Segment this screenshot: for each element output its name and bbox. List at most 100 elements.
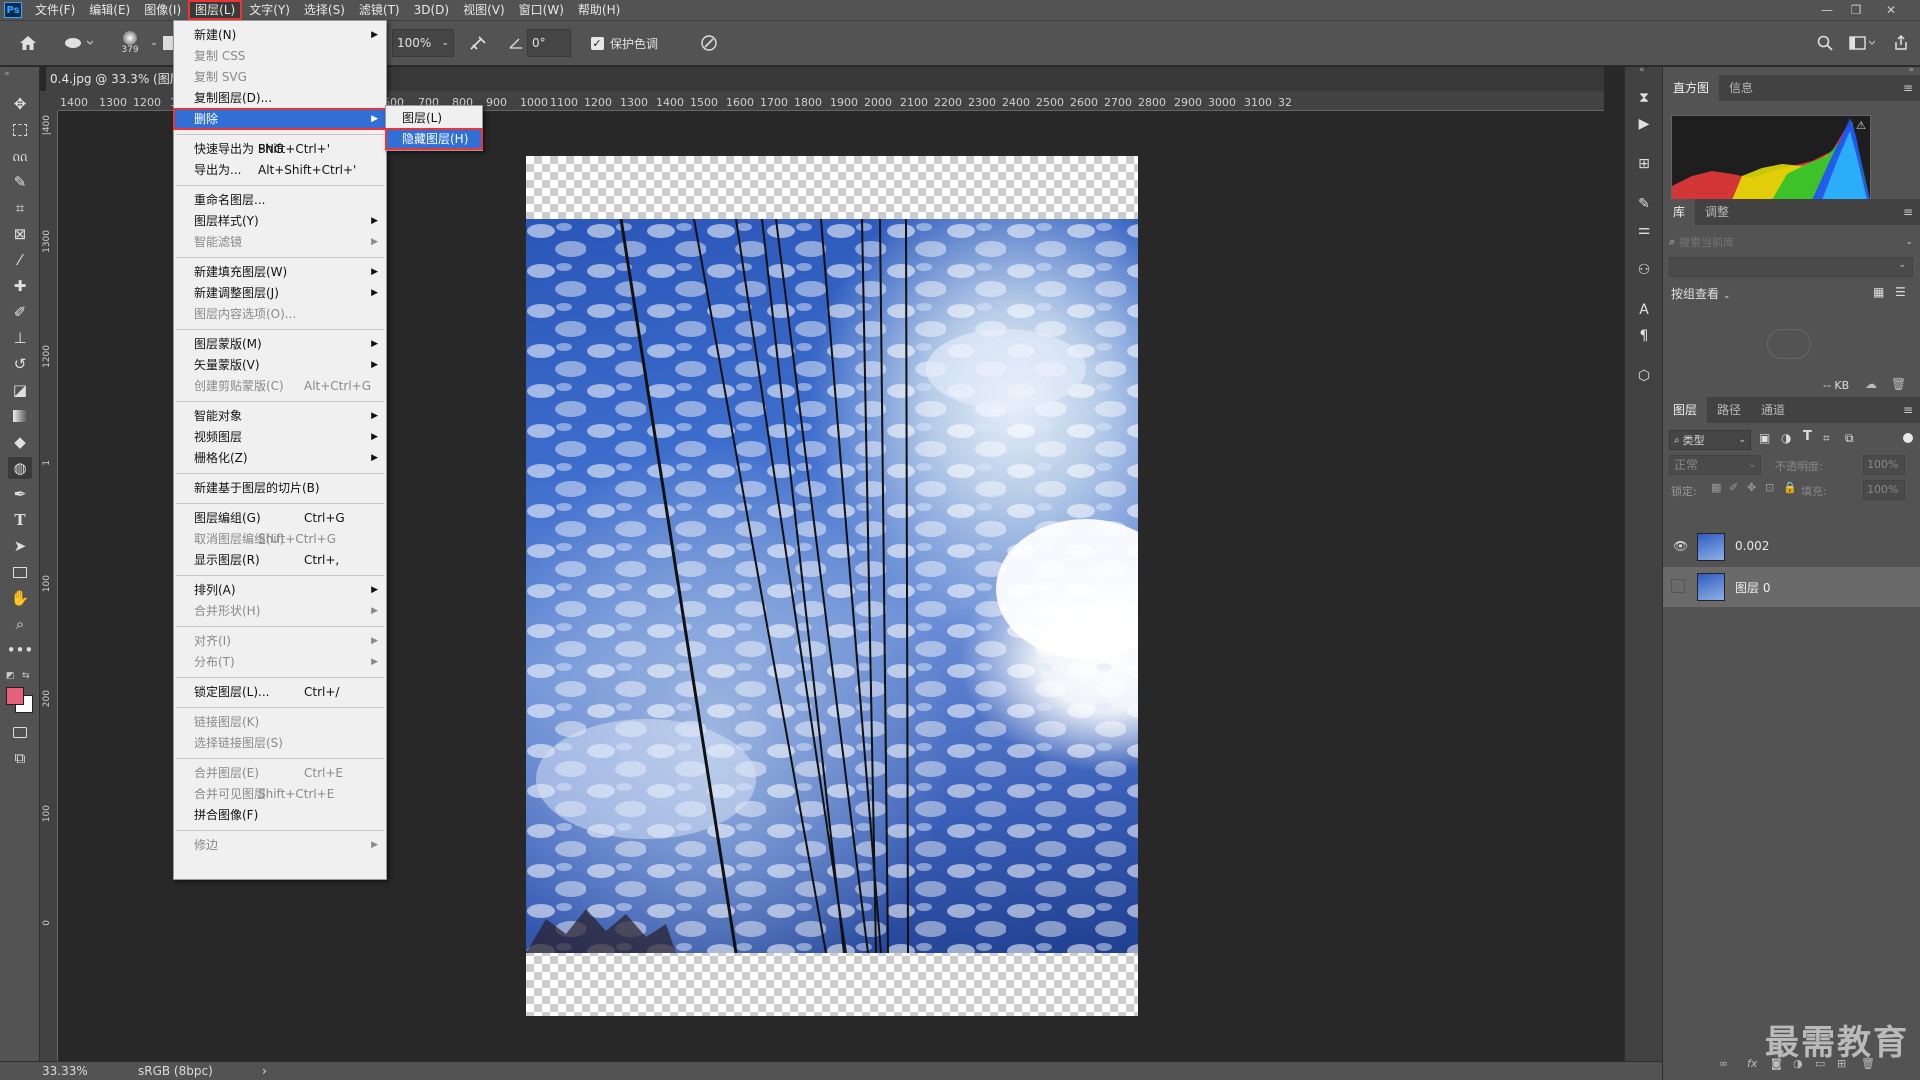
menu-type[interactable]: 文字(Y) [242, 0, 297, 20]
lock-pixels-icon[interactable]: ✐ [1729, 481, 1738, 494]
menu-image[interactable]: 图像(I) [137, 0, 188, 20]
zoom-field[interactable]: 100% ⌄ [392, 29, 454, 57]
layer-menu-item[interactable]: 复制图层(D)... [174, 88, 386, 108]
layer-name[interactable]: 图层 0 [1735, 579, 1770, 596]
pressure-size-icon[interactable] [696, 29, 722, 57]
workspace-switcher-icon[interactable] [1846, 29, 1878, 57]
lock-transparent-icon[interactable]: ▦ [1711, 481, 1721, 494]
layer-filter-kind[interactable]: ⌕ 类型 ⌄ [1669, 430, 1751, 450]
layer-menu-item[interactable]: 栅格化(Z) ▶ [174, 448, 386, 468]
filter-smart-object-icon[interactable]: ⧉ [1845, 431, 1854, 446]
layer-menu-item[interactable]: 删除 ▶ [173, 108, 387, 130]
home-icon[interactable] [14, 29, 42, 57]
menu-edit[interactable]: 编辑(E) [82, 0, 137, 20]
menu-file[interactable]: 文件(F) [28, 0, 82, 20]
tab-info[interactable]: 信息 [1719, 75, 1763, 101]
library-search-input[interactable] [1679, 235, 1880, 249]
healing-brush-tool-icon[interactable]: ✚ [8, 275, 32, 297]
menu-3d[interactable]: 3D(D) [407, 0, 456, 20]
layer-menu-item[interactable]: 新建(N) ▶ [174, 25, 386, 45]
visibility-toggle[interactable] [1671, 579, 1685, 593]
fill-field[interactable]: 100% [1863, 480, 1905, 500]
pen-tool-icon[interactable]: ✒ [8, 483, 32, 505]
layer-menu-item[interactable]: 快速导出为 PNG Shift+Ctrl+' [174, 139, 386, 159]
brush-tool-icon[interactable]: ✐ [8, 301, 32, 323]
more-tools-icon[interactable]: ••• [7, 639, 34, 661]
tab-channels[interactable]: 通道 [1751, 397, 1795, 423]
warning-icon[interactable]: ⚠ [1856, 119, 1866, 132]
history-panel-icon[interactable]: ⧗ [1633, 87, 1655, 109]
filter-toggle-icon[interactable] [1903, 433, 1913, 443]
layer-menu-item[interactable]: 新建基于图层的切片(B) [174, 478, 386, 498]
screen-mode-icon[interactable]: ⧉ [8, 747, 32, 769]
layer-menu-item[interactable]: 图层蒙版(M) ▶ [174, 334, 386, 354]
menu-view[interactable]: 视图(V) [456, 0, 512, 20]
list-view-icon[interactable]: ☰ [1895, 285, 1906, 299]
tab-paths[interactable]: 路径 [1707, 397, 1751, 423]
library-search[interactable]: ⌕ ⌄ [1669, 232, 1913, 252]
vertical-ruler[interactable]: |400 1300 1200 1 100 200 100 0 [40, 111, 58, 1061]
filter-type-icon[interactable]: T [1803, 429, 1812, 444]
tab-adjustments[interactable]: 调整 [1695, 199, 1739, 225]
share-icon[interactable] [1888, 29, 1914, 57]
quick-mask-icon[interactable] [8, 721, 32, 743]
hand-tool-icon[interactable]: ✋ [8, 587, 32, 609]
delete-layer-option[interactable]: 图层(L) [386, 108, 482, 128]
character-panel-icon[interactable]: A [1633, 299, 1655, 321]
layer-row[interactable]: 👁 0.002 [1663, 527, 1920, 567]
layer-menu-item[interactable]: 显示图层(R) Ctrl+, [174, 550, 386, 570]
layer-menu-item[interactable]: 视频图层 ▶ [174, 427, 386, 447]
layer-name[interactable]: 0.002 [1735, 539, 1769, 553]
layer-menu-item[interactable]: 重命名图层... [174, 190, 386, 210]
filter-adjustment-icon[interactable]: ◑ [1781, 431, 1791, 445]
marquee-tool-icon[interactable] [8, 119, 32, 141]
foreground-color-swatch[interactable] [6, 687, 24, 705]
tool-preset-picker[interactable] [58, 29, 98, 57]
document-tab[interactable]: 0.4.jpg @ 33.3% (图层 [46, 67, 186, 91]
layer-menu-item[interactable]: 智能对象 ▶ [174, 406, 386, 426]
layer-menu-item[interactable]: 新建填充图层(W) ▶ [174, 262, 386, 282]
layer-menu-item[interactable]: 图层编组(G) Ctrl+G [174, 508, 386, 528]
layer-menu-item[interactable]: 排列(A) ▶ [174, 580, 386, 600]
history-brush-tool-icon[interactable]: ↺ [8, 353, 32, 375]
clone-source-panel-icon[interactable]: ⚇ [1633, 259, 1655, 281]
status-zoom[interactable]: 33.33% [42, 1064, 88, 1078]
lasso-tool-icon[interactable]: ᦶ [8, 145, 32, 167]
move-tool-icon[interactable]: ✥ [8, 93, 32, 115]
type-tool-icon[interactable]: T [8, 509, 32, 531]
actions-play-icon[interactable]: ▶ [1633, 113, 1655, 135]
lock-all-icon[interactable]: 🔒 [1783, 481, 1797, 494]
lock-artboard-icon[interactable]: ⊡ [1765, 481, 1774, 494]
chevron-right-icon[interactable]: › [262, 1064, 267, 1078]
tab-histogram[interactable]: 直方图 [1663, 75, 1720, 101]
frame-tool-icon[interactable]: ⊠ [8, 223, 32, 245]
layer-menu-item[interactable]: 导出为... Alt+Shift+Ctrl+' [174, 160, 386, 180]
menu-filter[interactable]: 滤镜(T) [352, 0, 407, 20]
layer-menu-item[interactable]: 锁定图层(L)... Ctrl+/ [174, 682, 386, 702]
angle-field[interactable]: 0° [527, 29, 571, 57]
chevron-down-icon[interactable]: ⌄ [148, 29, 160, 57]
opacity-field[interactable]: 100% [1863, 455, 1905, 475]
search-icon[interactable] [1812, 29, 1838, 57]
close-button[interactable]: ✕ [1878, 0, 1904, 20]
blur-tool-icon[interactable]: ◆ [8, 431, 32, 453]
brush-size-picker[interactable]: 379 [112, 29, 148, 57]
3d-panel-icon[interactable]: ⬡ [1633, 365, 1655, 387]
link-layers-icon[interactable]: ∞ [1719, 1057, 1728, 1070]
menu-select[interactable]: 选择(S) [297, 0, 352, 20]
cloud-sync-icon[interactable]: ☁ [1865, 377, 1877, 391]
adjustments-panel-icon[interactable]: ⚌ [1633, 219, 1655, 241]
menu-help[interactable]: 帮助(H) [571, 0, 627, 20]
tab-layers[interactable]: 图层 [1663, 397, 1708, 423]
layer-menu-item[interactable]: 图层样式(Y) ▶ [174, 211, 386, 231]
layer-menu-item[interactable]: 拼合图像(F) [174, 805, 386, 825]
layer-menu-item[interactable]: 矢量蒙版(V) ▶ [174, 355, 386, 375]
ruler-origin[interactable] [40, 91, 58, 111]
path-selection-tool-icon[interactable]: ➤ [8, 535, 32, 557]
layer-menu-item[interactable]: 新建调整图层(J) ▶ [174, 283, 386, 303]
eye-icon[interactable]: 👁 [1673, 539, 1688, 553]
layer-row[interactable]: 图层 0 [1663, 567, 1920, 607]
crop-tool-icon[interactable]: ⌗ [8, 197, 32, 219]
eyedropper-tool-icon[interactable]: ⁄ [8, 249, 32, 271]
default-colors-icon[interactable]: ◩ [6, 671, 15, 681]
